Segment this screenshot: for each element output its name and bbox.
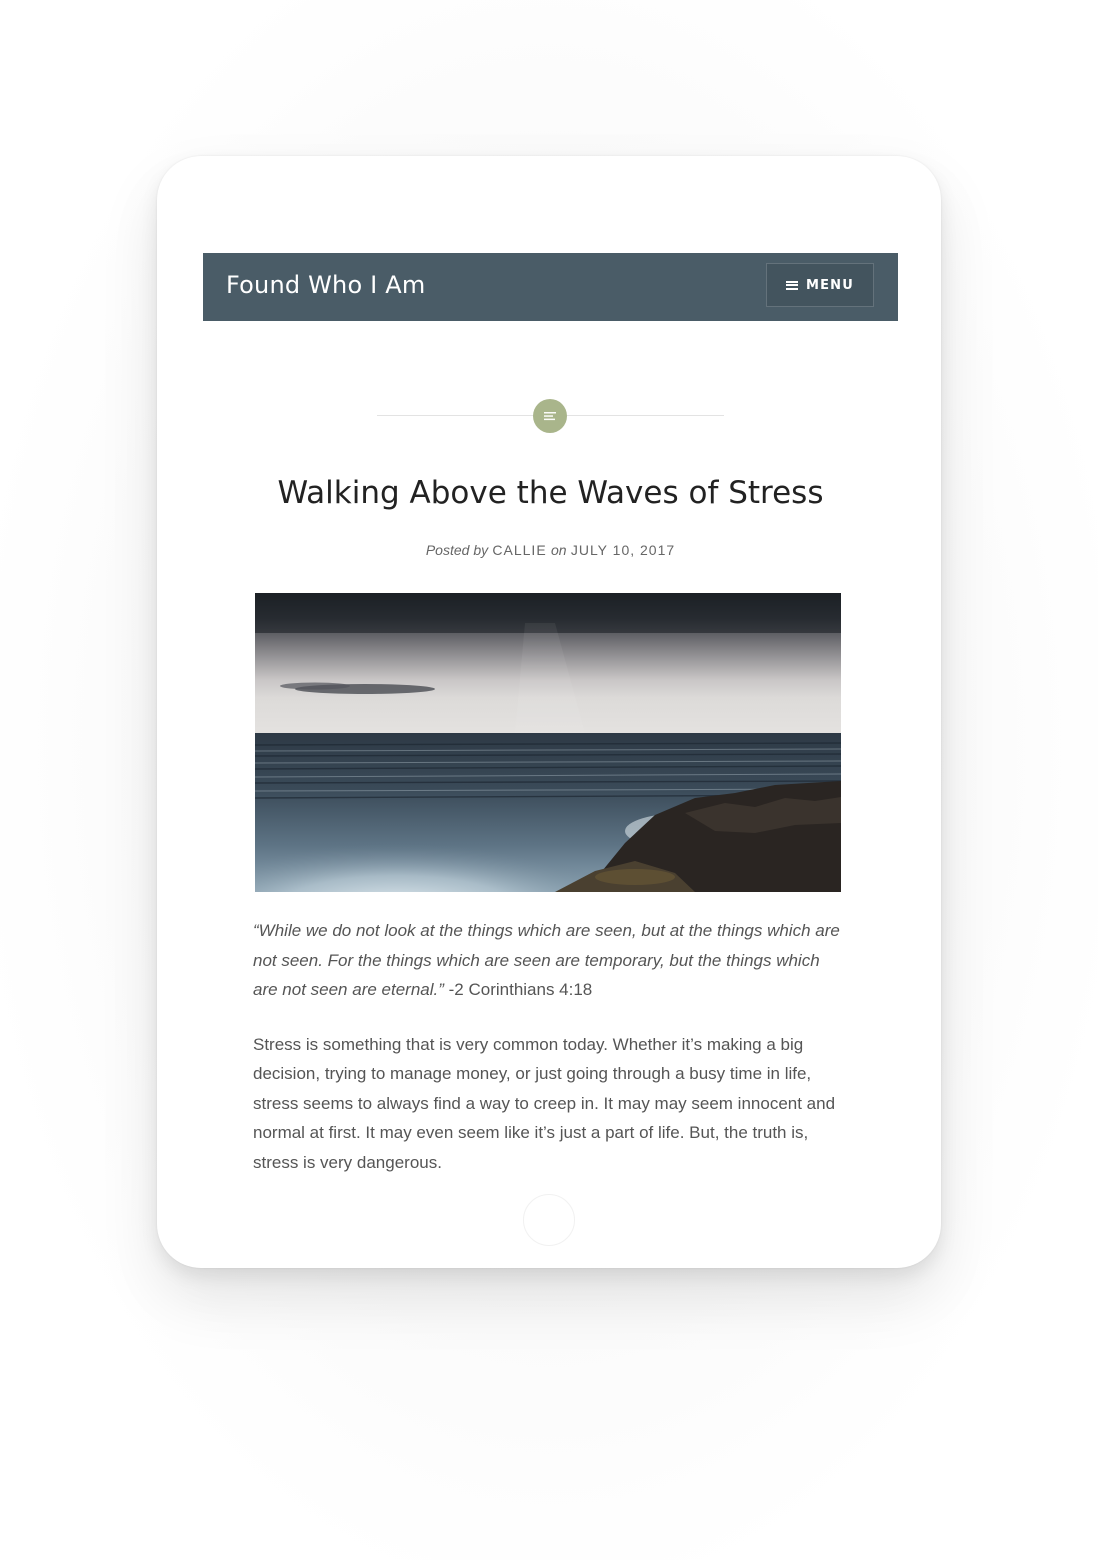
date-link[interactable]: JULY 10, 2017	[571, 542, 675, 558]
site-title[interactable]: Found Who I Am	[226, 271, 425, 299]
on-label: on	[550, 542, 567, 558]
device-mockup-stage: Found Who I Am MENU Walking Above the Wa…	[0, 0, 1098, 1560]
browser-screen: Found Who I Am MENU Walking Above the Wa…	[203, 253, 898, 1253]
author-link[interactable]: CALLIE	[492, 542, 546, 558]
body-paragraph: Stress is something that is very common …	[253, 1034, 836, 1172]
hamburger-icon	[785, 280, 798, 290]
scripture-quote: “While we do not look at the things whic…	[253, 916, 845, 1005]
quote-reference: -2 Corinthians 4:18	[443, 980, 593, 999]
tablet-frame: Found Who I Am MENU Walking Above the Wa…	[157, 156, 941, 1268]
site-header: Found Who I Am MENU	[203, 253, 898, 321]
posted-by-label: Posted by	[425, 542, 489, 558]
post-title: Walking Above the Waves of Stress	[277, 475, 824, 511]
post-content: “While we do not look at the things whic…	[253, 916, 845, 1202]
text-format-icon	[533, 399, 567, 433]
menu-button[interactable]: MENU	[766, 263, 874, 307]
hero-image	[255, 593, 841, 892]
home-button[interactable]	[523, 1194, 575, 1246]
menu-label: MENU	[805, 277, 855, 293]
post-meta: Posted by CALLIE on JULY 10, 2017	[203, 542, 898, 558]
